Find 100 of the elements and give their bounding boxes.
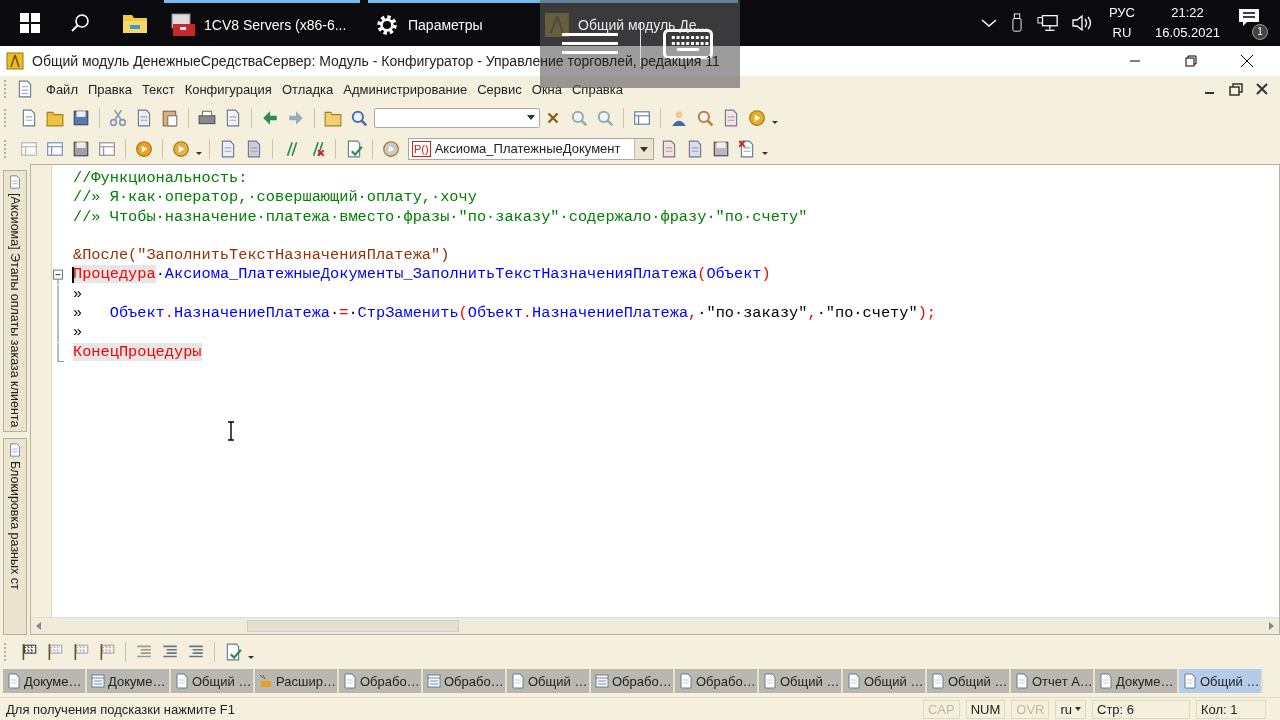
clear-bookmarks-icon[interactable] — [98, 643, 116, 661]
restore-button[interactable] — [1228, 81, 1244, 97]
document-icon — [8, 443, 22, 458]
menu-item[interactable]: Конфигурация — [184, 81, 272, 97]
code-line: » Объект.НазначениеПлатежа·=·СтрЗаменить(Объект.НазначениеПлатежа,·"по·заказу",·"по·счету"); — [73, 304, 936, 323]
side-tab[interactable]: Блокировка разных ст — [3, 438, 27, 635]
window-tab[interactable]: Общий … — [759, 669, 843, 693]
constructor-icon[interactable] — [712, 139, 730, 158]
dropdown-caret-icon[interactable] — [527, 115, 535, 120]
document-icon — [175, 673, 189, 689]
document-icon[interactable] — [16, 80, 34, 98]
dropdown-caret-icon[interactable] — [762, 152, 768, 155]
menu-item[interactable]: Сервис — [477, 81, 522, 97]
document-icon — [1099, 673, 1113, 689]
procedure-combo[interactable]: P() Аксиома_ПлатежныеДокумент — [408, 137, 654, 160]
query-icon[interactable] — [686, 139, 704, 158]
search-icon[interactable] — [70, 13, 90, 33]
notification-count: 1 — [1252, 24, 1268, 40]
next-bookmark-icon[interactable] — [46, 643, 64, 661]
find-next-icon[interactable] — [570, 108, 588, 127]
document-icon — [679, 673, 693, 689]
code-line: //Функциональность: — [73, 169, 248, 187]
dropdown-caret-icon[interactable] — [248, 655, 254, 659]
horizontal-scrollbar[interactable] — [31, 617, 1279, 634]
database-icon[interactable] — [72, 139, 90, 158]
find-previous-icon[interactable] — [596, 108, 614, 127]
module-icon[interactable] — [20, 139, 38, 158]
window-tab[interactable]: Отчет А… — [1011, 669, 1095, 693]
menu-item[interactable]: Отладка — [281, 81, 334, 97]
document-icon — [343, 673, 357, 689]
window-tab[interactable]: Докуме… — [87, 669, 171, 693]
form-icon — [595, 673, 609, 689]
start-icon[interactable] — [20, 13, 40, 33]
navigate-icon[interactable] — [172, 139, 190, 158]
menu-item[interactable]: Администрирование — [343, 81, 468, 97]
window-tab[interactable]: Докуме… — [1095, 669, 1179, 693]
table-icon[interactable] — [98, 139, 116, 158]
code-line: //» Чтобы·назначение·платежа·вместо·фразы·"по·заказу"·содержало·фразу·"по·счету" — [73, 207, 808, 226]
window-tab[interactable]: Обрабо… — [591, 669, 675, 693]
export-icon[interactable] — [224, 643, 242, 661]
template-icon[interactable] — [219, 139, 237, 158]
menu-item[interactable]: Файл — [46, 81, 78, 97]
menu-item[interactable]: Правка — [87, 81, 132, 97]
bookmark-icon[interactable] — [20, 643, 38, 661]
text-cursor-icon — [227, 421, 235, 441]
network-icon[interactable] — [1036, 13, 1059, 33]
window-tab[interactable]: Общий … — [171, 669, 255, 693]
previous-bookmark-icon[interactable] — [72, 643, 90, 661]
window-tab[interactable]: Общий … — [927, 669, 1011, 693]
breakpoint-icon[interactable] — [660, 139, 678, 158]
dropdown-caret-icon[interactable] — [772, 121, 778, 124]
message-icon — [1238, 8, 1260, 28]
menu-item[interactable]: Окна — [531, 81, 562, 97]
menu-icon[interactable] — [562, 33, 618, 55]
windows-icon[interactable] — [633, 108, 651, 127]
paste-icon[interactable] — [161, 108, 179, 127]
key-indicator: CAP — [922, 699, 960, 719]
window-tab[interactable]: Общий … — [1179, 669, 1263, 693]
procedure-list-icon[interactable] — [382, 139, 400, 158]
copy-icon[interactable] — [135, 108, 153, 127]
cut-icon[interactable] — [109, 108, 127, 127]
syntax-check-icon[interactable] — [345, 139, 363, 158]
code-line: //» Я·как·оператор,·совершающий·оплату,·хочу — [73, 188, 477, 207]
folder-icon[interactable] — [122, 12, 148, 34]
clock[interactable]: 21:22 16.05.2021 — [1154, 3, 1220, 43]
form-icon — [427, 673, 441, 689]
document-icon — [931, 673, 945, 689]
window-tab[interactable]: Обрабо… — [675, 669, 759, 693]
column-number: Кол: 1 — [1196, 699, 1266, 719]
window-tab[interactable]: Общий … — [507, 669, 591, 693]
window-tab[interactable]: Обрабо… — [339, 669, 423, 693]
template-list-icon[interactable] — [245, 139, 263, 158]
run-icon[interactable] — [135, 139, 153, 158]
menu-item[interactable]: Справка — [572, 81, 623, 97]
window-tab[interactable]: Докуме… — [3, 669, 87, 693]
assistant-icon[interactable] — [670, 108, 688, 127]
side-tab[interactable]: [Аксиома] Этапы оплаты заказа клиента — [3, 170, 27, 433]
dropdown-caret-icon[interactable] — [196, 152, 202, 155]
print-preview-icon[interactable] — [224, 108, 242, 127]
form-icon[interactable] — [46, 139, 64, 158]
input-language[interactable]: РУС RU — [1108, 3, 1135, 43]
search-field[interactable] — [374, 107, 540, 128]
key-indicator: NUM — [965, 699, 1006, 719]
notifications-button[interactable]: 1 — [1238, 6, 1268, 40]
language-selector[interactable]: ru — [1055, 699, 1086, 719]
status-hint: Для получения подсказки нажмите F1 — [6, 701, 235, 717]
code-line: » — [73, 323, 83, 342]
window-tab[interactable]: Расшир… — [255, 669, 339, 693]
help-book-icon[interactable] — [722, 108, 740, 127]
close-button[interactable] — [1254, 81, 1270, 97]
delete-icon[interactable] — [738, 139, 756, 158]
print-icon[interactable] — [198, 108, 216, 127]
window-tab[interactable]: Общий … — [843, 669, 927, 693]
volume-icon[interactable] — [1070, 13, 1093, 33]
help-search-icon[interactable] — [696, 108, 714, 127]
menu-item[interactable]: Текст — [141, 81, 175, 97]
save-icon[interactable] — [72, 108, 90, 127]
document-icon — [7, 673, 21, 689]
new-document-icon[interactable] — [20, 108, 38, 127]
window-tab[interactable]: Обрабо… — [423, 669, 507, 693]
